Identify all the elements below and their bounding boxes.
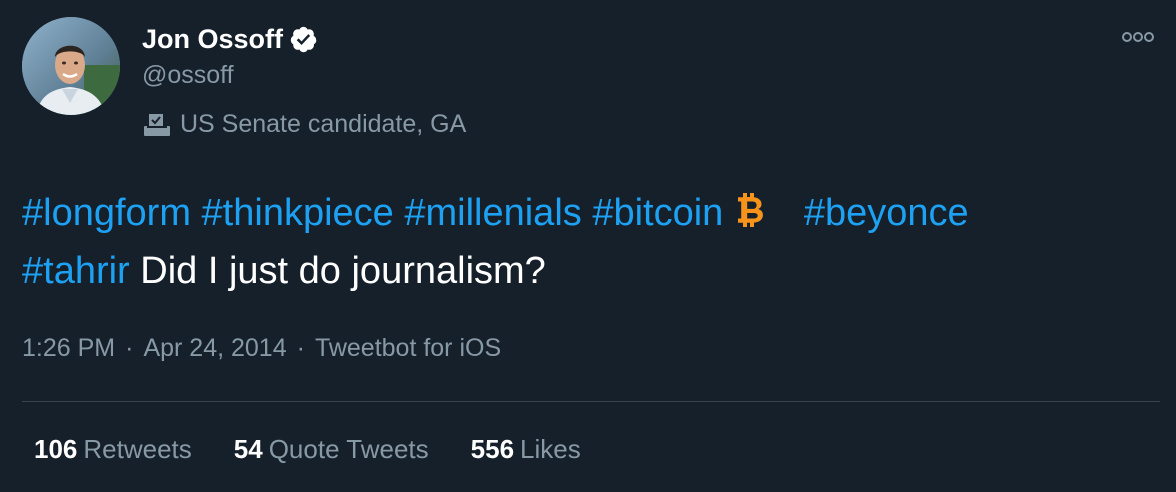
ballot-box-icon — [142, 112, 172, 138]
tweet-source[interactable]: Tweetbot for iOS — [315, 334, 501, 363]
quote-tweets-label: Quote Tweets — [268, 434, 429, 464]
account-label: US Senate candidate, GA — [142, 110, 466, 139]
verified-badge-icon — [289, 25, 318, 54]
retweets-stat[interactable]: 106 Retweets — [34, 434, 192, 465]
hashtag-link[interactable]: #longform — [22, 192, 191, 234]
profile-photo — [22, 17, 120, 115]
divider — [22, 401, 1160, 402]
author-name[interactable]: Jon Ossoff — [142, 24, 283, 55]
tweet-time[interactable]: 1:26 PM — [22, 334, 115, 363]
likes-label: Likes — [520, 434, 581, 464]
retweets-count: 106 — [34, 434, 78, 464]
author-handle[interactable]: @ossoff — [142, 61, 234, 90]
more-options-icon — [1122, 32, 1154, 42]
tweet-card: Jon Ossoff @ossoff US Senate candidate, … — [0, 0, 1176, 492]
retweets-label: Retweets — [83, 434, 192, 464]
tweet-stats: 106 Retweets 54 Quote Tweets 556 Likes — [34, 434, 581, 465]
hashtag-link[interactable]: #millenials — [404, 192, 581, 234]
likes-count: 556 — [470, 434, 515, 464]
account-label-text: US Senate candidate, GA — [180, 110, 467, 138]
hashtag-link[interactable]: #bitcoin — [592, 192, 723, 234]
tweet-meta: 1:26 PM · Apr 24, 2014 · Tweetbot for iO… — [22, 334, 501, 363]
hashtag-link[interactable]: #beyonce — [804, 192, 969, 234]
tweet-text: #longform #thinkpiece #millenials #bitco… — [22, 184, 1154, 300]
meta-separator: · — [296, 334, 305, 362]
meta-separator: · — [125, 334, 134, 362]
quote-tweets-stat[interactable]: 54 Quote Tweets — [234, 434, 429, 465]
more-options-button[interactable] — [1118, 24, 1158, 50]
hashtag-link[interactable]: #thinkpiece — [202, 192, 394, 234]
tweet-body-text: Did I just do journalism? — [140, 250, 546, 292]
bitcoin-icon — [731, 189, 773, 231]
avatar[interactable] — [22, 17, 120, 115]
tweet-date[interactable]: Apr 24, 2014 — [143, 334, 286, 363]
likes-stat[interactable]: 556 Likes — [471, 434, 581, 465]
author-name-row: Jon Ossoff — [142, 20, 318, 58]
hashtag-link[interactable]: #tahrir — [22, 250, 130, 292]
quote-tweets-count: 54 — [233, 434, 263, 464]
